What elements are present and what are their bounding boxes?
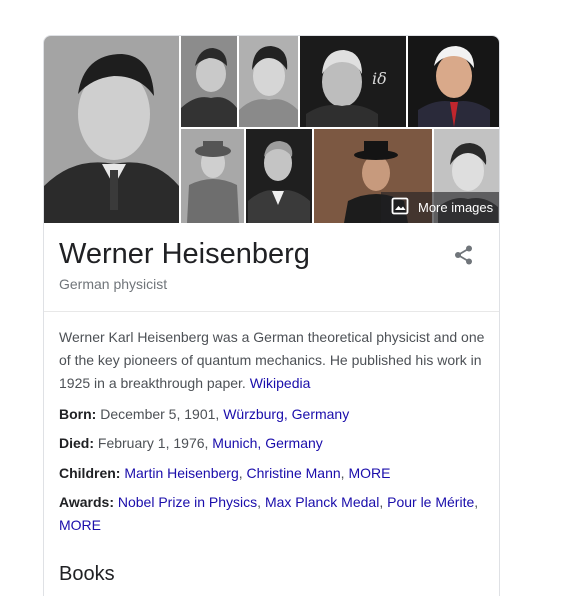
fact-born: Born: December 5, 1901, Würzburg, German… bbox=[59, 403, 489, 426]
gallery-image-3[interactable] bbox=[239, 36, 298, 127]
svg-text:iδ: iδ bbox=[372, 69, 387, 88]
entity-description: Werner Karl Heisenberg was a German theo… bbox=[59, 326, 489, 395]
books-section-heading: Books bbox=[59, 563, 115, 585]
fact-born-place-link[interactable]: Würzburg, Germany bbox=[223, 406, 349, 422]
gallery-image-5[interactable] bbox=[408, 36, 499, 127]
gallery-image-1[interactable] bbox=[44, 36, 179, 223]
award-link[interactable]: Max Planck Medal bbox=[265, 494, 379, 510]
knowledge-panel: iδ More images Werner Heisenberg German … bbox=[43, 35, 500, 596]
award-link[interactable]: Nobel Prize in Physics bbox=[118, 494, 257, 510]
fact-died: Died: February 1, 1976, Munich, Germany bbox=[59, 432, 489, 455]
children-more-link[interactable]: MORE bbox=[348, 465, 390, 481]
fact-died-label: Died: bbox=[59, 435, 94, 451]
wikipedia-link[interactable]: Wikipedia bbox=[250, 375, 311, 391]
fact-born-value: December 5, 1901, bbox=[96, 406, 224, 422]
entity-title: Werner Heisenberg bbox=[59, 238, 310, 270]
fact-children: Children: Martin Heisenberg, Christine M… bbox=[59, 465, 391, 481]
gallery-image-4[interactable]: iδ bbox=[300, 36, 406, 127]
share-icon[interactable] bbox=[452, 243, 476, 267]
image-gallery: iδ More images bbox=[44, 36, 499, 223]
fact-born-label: Born: bbox=[59, 406, 97, 422]
entity-subtitle: German physicist bbox=[59, 276, 168, 292]
more-images-label: More images bbox=[418, 200, 494, 215]
fact-died-value: February 1, 1976, bbox=[94, 435, 213, 451]
fact-children-label: Children: bbox=[59, 465, 121, 481]
child-link[interactable]: Martin Heisenberg bbox=[124, 465, 238, 481]
fact-awards-label: Awards: bbox=[59, 494, 114, 510]
gallery-image-2[interactable] bbox=[181, 36, 237, 127]
gallery-image-6[interactable] bbox=[181, 129, 244, 223]
fact-awards: Awards: Nobel Prize in Physics, Max Plan… bbox=[59, 494, 479, 533]
more-images-button[interactable]: More images bbox=[381, 192, 499, 223]
gallery-image-7[interactable] bbox=[246, 129, 312, 223]
image-icon bbox=[391, 197, 409, 218]
awards-more-link[interactable]: MORE bbox=[59, 517, 101, 533]
entity-header: Werner Heisenberg German physicist bbox=[44, 223, 499, 312]
child-link[interactable]: Christine Mann bbox=[247, 465, 341, 481]
award-link[interactable]: Pour le Mérite bbox=[387, 494, 474, 510]
fact-died-place-link[interactable]: Munich, Germany bbox=[212, 435, 322, 451]
